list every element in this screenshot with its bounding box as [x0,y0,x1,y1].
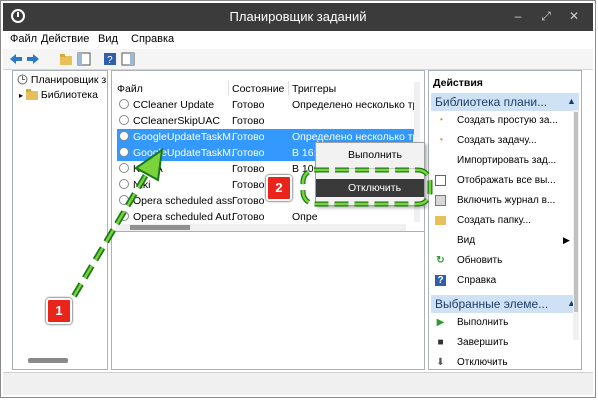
highlight-ring [300,167,433,207]
step-badge-1: 1 [46,298,72,324]
annotation-overlay [71,147,433,298]
step-badge-2: 2 [266,175,292,201]
highlight-ring-inner [301,168,432,206]
pointer-arrowhead [134,147,164,182]
pointer-arrow-shaft-inner [72,167,152,297]
